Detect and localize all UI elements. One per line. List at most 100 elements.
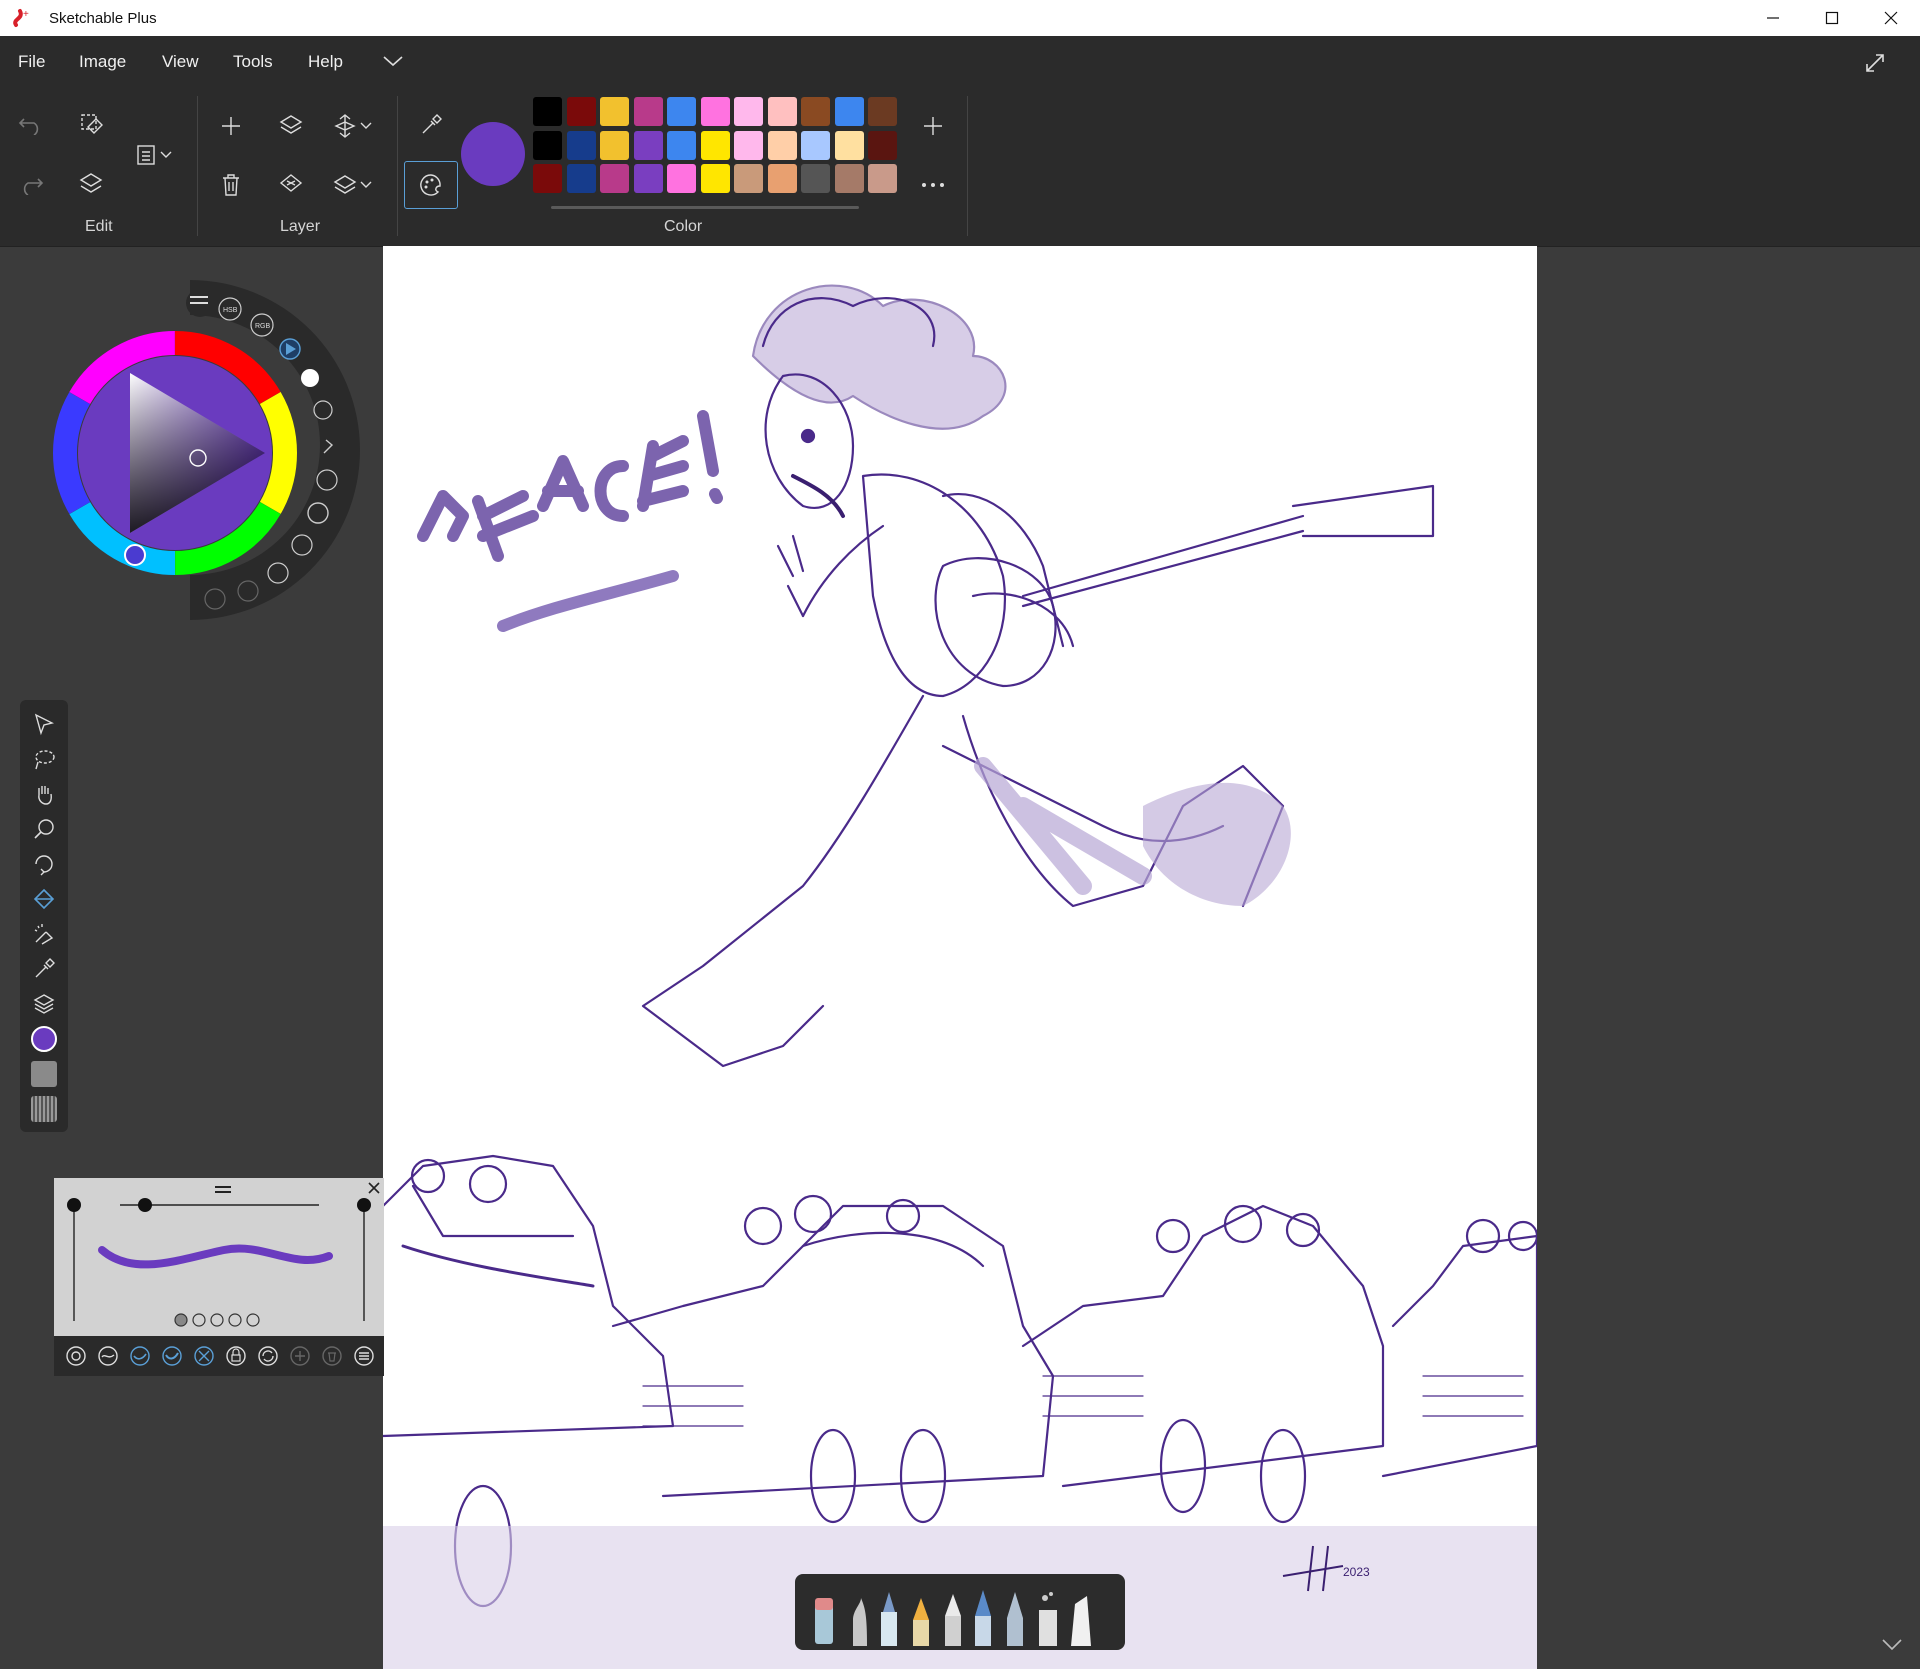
brush-jitter-icon[interactable] (192, 1344, 216, 1368)
chalk-brush-icon[interactable] (1071, 1596, 1091, 1646)
palette-swatch[interactable] (868, 130, 897, 160)
palette-swatch[interactable] (767, 164, 797, 193)
ribbon-collapse-chevron-icon[interactable] (380, 50, 406, 72)
palette-swatch[interactable] (600, 164, 629, 193)
menu-file[interactable]: File (18, 52, 45, 72)
palette-swatch[interactable] (834, 130, 864, 160)
palette-swatch[interactable] (667, 97, 696, 126)
brush-tilt-icon[interactable] (160, 1344, 184, 1368)
title-bar: + Sketchable Plus (0, 0, 1920, 36)
palette-swatch[interactable] (700, 97, 730, 126)
palette-swatch[interactable] (667, 130, 696, 160)
brush-reset-icon[interactable] (64, 1344, 88, 1368)
minimize-button[interactable] (1744, 0, 1802, 36)
redo-icon[interactable] (14, 167, 48, 201)
palette-swatch[interactable] (801, 130, 830, 160)
zoom-tool-icon[interactable] (27, 813, 61, 845)
layers-icon[interactable] (27, 988, 61, 1020)
brush-stroke-preview (98, 1244, 333, 1269)
rotate-tool-icon[interactable] (27, 848, 61, 880)
menu-image[interactable]: Image (79, 52, 126, 72)
blender-brush-icon[interactable] (853, 1598, 867, 1646)
palette-swatch[interactable] (533, 97, 562, 126)
palette-swatch[interactable] (868, 97, 897, 126)
palette-swatch[interactable] (734, 130, 763, 160)
ink-brush-icon[interactable] (975, 1590, 991, 1646)
palette-swatch[interactable] (734, 97, 763, 126)
brush-sync-icon[interactable] (256, 1344, 280, 1368)
pan-tool-icon[interactable] (27, 778, 61, 810)
menu-help[interactable]: Help (308, 52, 343, 72)
palette-swatch[interactable] (767, 130, 797, 160)
brush-lock-icon[interactable] (224, 1344, 248, 1368)
brush-delete-icon[interactable] (320, 1344, 344, 1368)
eyedropper-icon[interactable] (27, 953, 61, 985)
brush-smooth-icon[interactable] (96, 1344, 120, 1368)
brush-add-icon[interactable] (288, 1344, 312, 1368)
layer-blend-dropdown-icon[interactable] (356, 168, 376, 202)
undo-icon[interactable] (14, 107, 48, 141)
menu-view[interactable]: View (162, 52, 199, 72)
palette-swatch[interactable] (801, 97, 830, 126)
palette-swatch[interactable] (566, 97, 596, 126)
maximize-button[interactable] (1803, 0, 1861, 36)
color-swatch[interactable] (27, 1023, 61, 1055)
drawing-canvas[interactable]: 2023 (383, 246, 1537, 1669)
palette-swatch[interactable] (566, 164, 596, 193)
palette-swatch[interactable] (566, 130, 596, 160)
eyedropper-ribbon-icon[interactable] (414, 108, 448, 142)
pen-brush-icon[interactable] (945, 1594, 961, 1646)
pattern-swatch[interactable] (27, 1093, 61, 1125)
clear-selection-icon[interactable] (74, 107, 108, 141)
palette-swatch[interactable] (600, 97, 629, 126)
palette-swatch[interactable] (834, 164, 864, 193)
layer-transform-dropdown-icon[interactable] (356, 109, 376, 143)
panel-drag-handle-icon (215, 1186, 231, 1193)
select-tool-icon[interactable] (27, 708, 61, 740)
menu-tools[interactable]: Tools (233, 52, 273, 72)
add-layer-icon[interactable] (214, 109, 248, 143)
marker-brush-icon[interactable] (881, 1592, 897, 1646)
close-button[interactable] (1862, 0, 1920, 36)
palette-swatch[interactable] (600, 130, 629, 160)
clear-layer-content-icon[interactable] (274, 168, 308, 202)
more-options-icon[interactable] (916, 168, 950, 202)
palette-swatch[interactable] (801, 164, 830, 193)
brush-settings-icon[interactable] (352, 1344, 376, 1368)
lasso-tool-icon[interactable] (27, 743, 61, 775)
brush-pressure-icon[interactable] (128, 1344, 152, 1368)
delete-layer-icon[interactable] (214, 168, 248, 202)
palette-swatch[interactable] (734, 164, 763, 193)
clear-layer-icon[interactable] (74, 167, 108, 201)
add-color-icon[interactable] (916, 109, 950, 143)
fill-tool-icon[interactable] (27, 883, 61, 915)
texture-swatch[interactable] (27, 1058, 61, 1090)
fountain-pen-icon[interactable] (1007, 1592, 1023, 1646)
signature-year: 2023 (1343, 1565, 1370, 1579)
scroll-down-chevron-icon[interactable] (1880, 1635, 1904, 1655)
palette-swatch[interactable] (667, 164, 696, 193)
magic-wand-icon[interactable] (27, 918, 61, 950)
palette-swatch[interactable] (767, 97, 797, 126)
palette-swatch[interactable] (633, 97, 663, 126)
palette-swatch[interactable] (700, 130, 730, 160)
tool-bar (20, 700, 68, 1132)
color-wheel-panel[interactable]: HSB RGB (40, 275, 360, 635)
palette-swatch[interactable] (700, 164, 730, 193)
palette-swatch[interactable] (633, 130, 663, 160)
eraser-brush-icon[interactable] (815, 1598, 833, 1644)
brush-options-bar (54, 1336, 384, 1376)
palette-swatch[interactable] (868, 164, 897, 193)
pencil-brush-icon[interactable] (913, 1598, 929, 1646)
current-color-swatch[interactable] (461, 122, 525, 186)
palette-picker-icon[interactable] (404, 161, 458, 209)
clipboard-dropdown-icon[interactable] (156, 138, 176, 172)
palette-swatch[interactable] (533, 164, 562, 193)
duplicate-layer-icon[interactable] (274, 109, 308, 143)
palette-scrollbar[interactable] (551, 206, 859, 209)
airbrush-icon[interactable] (1039, 1592, 1057, 1646)
palette-swatch[interactable] (533, 130, 562, 160)
palette-swatch[interactable] (633, 164, 663, 193)
palette-swatch[interactable] (834, 97, 864, 126)
fullscreen-icon[interactable] (1864, 52, 1886, 74)
